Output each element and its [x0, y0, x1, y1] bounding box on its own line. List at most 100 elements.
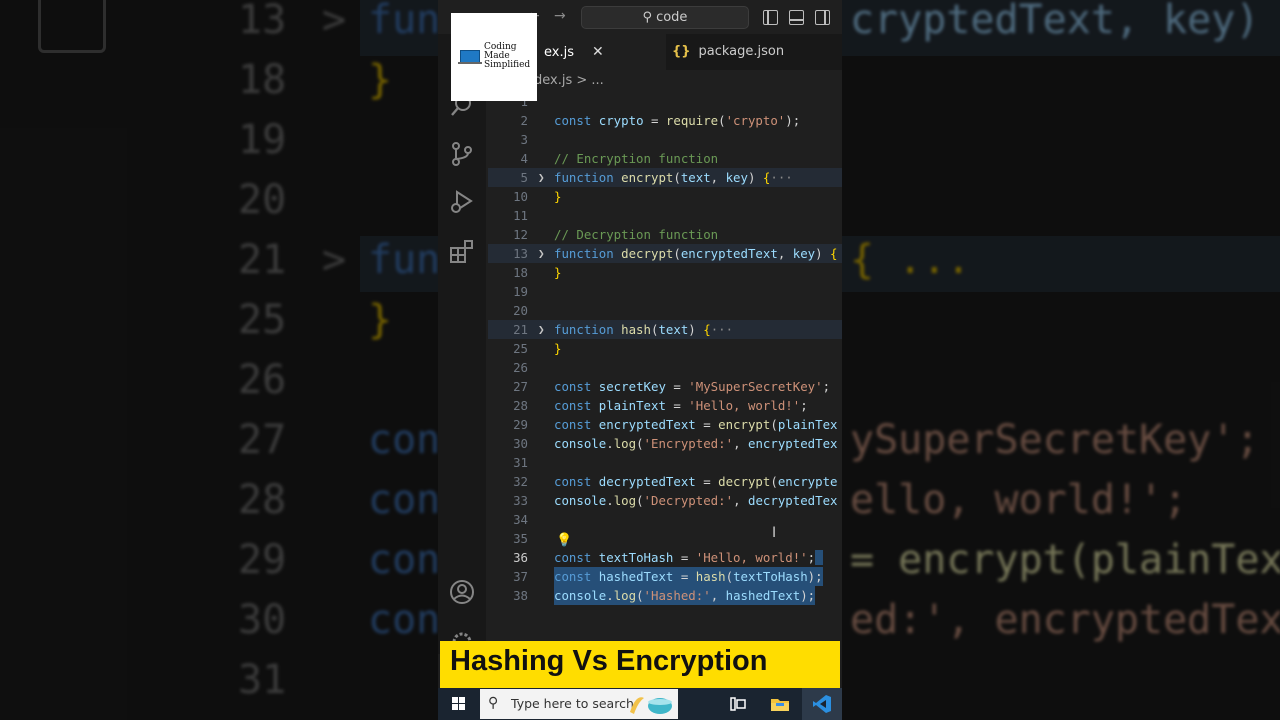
code-line[interactable]: 29 const encryptedText = encrypt(plainTex	[488, 415, 842, 434]
code-line[interactable]: 4 // Encryption function	[488, 149, 842, 168]
forward-arrow-icon[interactable]: →	[554, 8, 566, 24]
code-token: 'Encrypted:'	[643, 436, 734, 451]
code-line[interactable]: 37 const hashedText = hash(textToHash);	[488, 567, 842, 586]
lightbulb-icon[interactable]: 💡	[556, 533, 572, 548]
accounts-icon[interactable]	[448, 578, 476, 606]
source-control-icon[interactable]	[448, 140, 476, 168]
toggle-panel-icon[interactable]	[789, 10, 804, 25]
code-line[interactable]: 31	[488, 453, 842, 472]
code-token: 'Hashed:'	[643, 588, 711, 603]
code-line[interactable]: 3	[488, 130, 842, 149]
tab-index-js[interactable]: ex.js ✕	[534, 34, 666, 70]
run-debug-icon[interactable]	[448, 188, 476, 216]
code-text: function encrypt(text, key) {···	[554, 168, 793, 187]
code-line[interactable]: 33 console.log('Decrypted:', decryptedTex	[488, 491, 842, 510]
code-token: );	[785, 113, 801, 128]
code-line[interactable]: 36 const textToHash = 'Hello, world!';	[488, 548, 842, 567]
code-token: console	[554, 493, 607, 508]
code-text: function hash(text) {···	[554, 320, 733, 339]
close-icon[interactable]: ✕	[592, 44, 604, 60]
code-line[interactable]: 35	[488, 529, 842, 548]
line-number: 27	[513, 379, 528, 394]
code-line[interactable]: 18}	[488, 263, 842, 282]
code-token: =	[673, 398, 689, 413]
code-line[interactable]: 25}	[488, 339, 842, 358]
command-center-search[interactable]: ⚲ code	[581, 6, 749, 29]
line-number: 34	[513, 512, 528, 527]
code-line[interactable]: 30 console.log('Encrypted:', encryptedTex	[488, 434, 842, 453]
code-token: );	[800, 588, 816, 603]
taskbar-search[interactable]: ⚲ Type here to search	[480, 689, 678, 719]
code-line[interactable]: 5 ❯ function encrypt(text, key) {···	[488, 168, 842, 187]
breadcrumb[interactable]: dex.js > ...	[534, 73, 604, 88]
code-token: =	[703, 417, 719, 432]
code-token: hashedText	[598, 569, 681, 584]
fold-chevron-icon[interactable]: ❯	[538, 320, 545, 339]
code-text: const hashedText = hash(textToHash);	[554, 567, 823, 586]
code-text: const encryptedText = encrypt(plainTex	[554, 415, 838, 434]
code-line[interactable]: 19	[488, 282, 842, 301]
code-token: }	[554, 341, 562, 356]
code-token: encrypt	[621, 170, 674, 185]
laptop-icon	[458, 50, 482, 64]
fold-chevron-icon[interactable]: ❯	[538, 244, 545, 263]
fold-chevron-icon[interactable]: ❯	[538, 168, 545, 187]
extensions-icon[interactable]	[448, 238, 476, 266]
code-token: =	[680, 569, 696, 584]
line-number: 28	[513, 398, 528, 413]
code-line[interactable]: 27 const secretKey = 'MySuperSecretKey';	[488, 377, 842, 396]
code-text: console.log('Encrypted:', encryptedTex	[554, 434, 838, 453]
file-explorer-icon[interactable]	[770, 694, 790, 714]
line-number: 18	[513, 265, 528, 280]
code-token: function	[554, 322, 622, 337]
code-line[interactable]: 1	[488, 92, 842, 111]
vscode-icon[interactable]	[812, 694, 832, 714]
taskbar-search-placeholder: Type here to search	[511, 696, 634, 711]
code-token: 'Decrypted:'	[643, 493, 734, 508]
code-token: ,	[733, 436, 748, 451]
toggle-secondary-sidebar-icon[interactable]	[815, 10, 830, 25]
code-line[interactable]: 13 ❯ function decrypt(encryptedText, key) …	[488, 244, 842, 263]
code-text: const decryptedText = decrypt(encrypte	[554, 472, 838, 491]
code-line[interactable]: 12 // Decryption function	[488, 225, 842, 244]
code-token: encryptedTex	[748, 436, 838, 451]
channel-logo: Coding Made Simplified	[451, 13, 537, 101]
code-token: textToHash	[598, 550, 681, 565]
windows-start-icon[interactable]	[452, 697, 466, 711]
code-line[interactable]: 28 const plainText = 'Hello, world!';	[488, 396, 842, 415]
tab-package-json[interactable]: {} package.json	[668, 34, 832, 70]
code-line[interactable]: 10}	[488, 187, 842, 206]
code-text: // Encryption function	[554, 149, 718, 168]
code-token: .	[606, 588, 614, 603]
code-token: log	[613, 493, 637, 508]
activity-bar	[438, 34, 486, 654]
toggle-sidebar-icon[interactable]	[763, 10, 778, 25]
line-number: 37	[513, 569, 528, 584]
line-number: 36	[513, 550, 528, 565]
line-number: 13	[513, 246, 528, 261]
code-line[interactable]: 32 const decryptedText = decrypt(encrypte	[488, 472, 842, 491]
code-line[interactable]: 34	[488, 510, 842, 529]
task-view-icon[interactable]	[728, 694, 748, 714]
code-token: textToHash	[733, 569, 808, 584]
code-token: hashedText	[725, 588, 801, 603]
line-number: 20	[513, 303, 528, 318]
code-token: decrypt	[621, 246, 674, 261]
code-token: =	[673, 379, 689, 394]
taskbar: ⚲ Type here to search	[438, 688, 842, 720]
line-number: 11	[513, 208, 528, 223]
code-text: }	[554, 339, 561, 358]
code-line[interactable]: 21 ❯ function hash(text) {···	[488, 320, 842, 339]
code-line[interactable]: 2 const crypto = require('crypto');	[488, 111, 842, 130]
line-number: 12	[513, 227, 528, 242]
code-token: decryptedTex	[748, 493, 838, 508]
code-line[interactable]: 38 console.log('Hashed:', hashedText);	[488, 586, 842, 605]
code-token: encryptedText	[680, 246, 778, 261]
code-token: ;	[807, 550, 816, 565]
code-line[interactable]: 20	[488, 301, 842, 320]
vscode-window: ← → ⚲code ex.js✕ {}package.json dex.js >…	[438, 0, 842, 720]
code-editor[interactable]: 1 2 const crypto = require('crypto'); 3 4// …	[488, 92, 842, 652]
code-line[interactable]: 26	[488, 358, 842, 377]
code-line[interactable]: 11	[488, 206, 842, 225]
code-text: console.log('Hashed:', hashedText);	[554, 586, 816, 605]
